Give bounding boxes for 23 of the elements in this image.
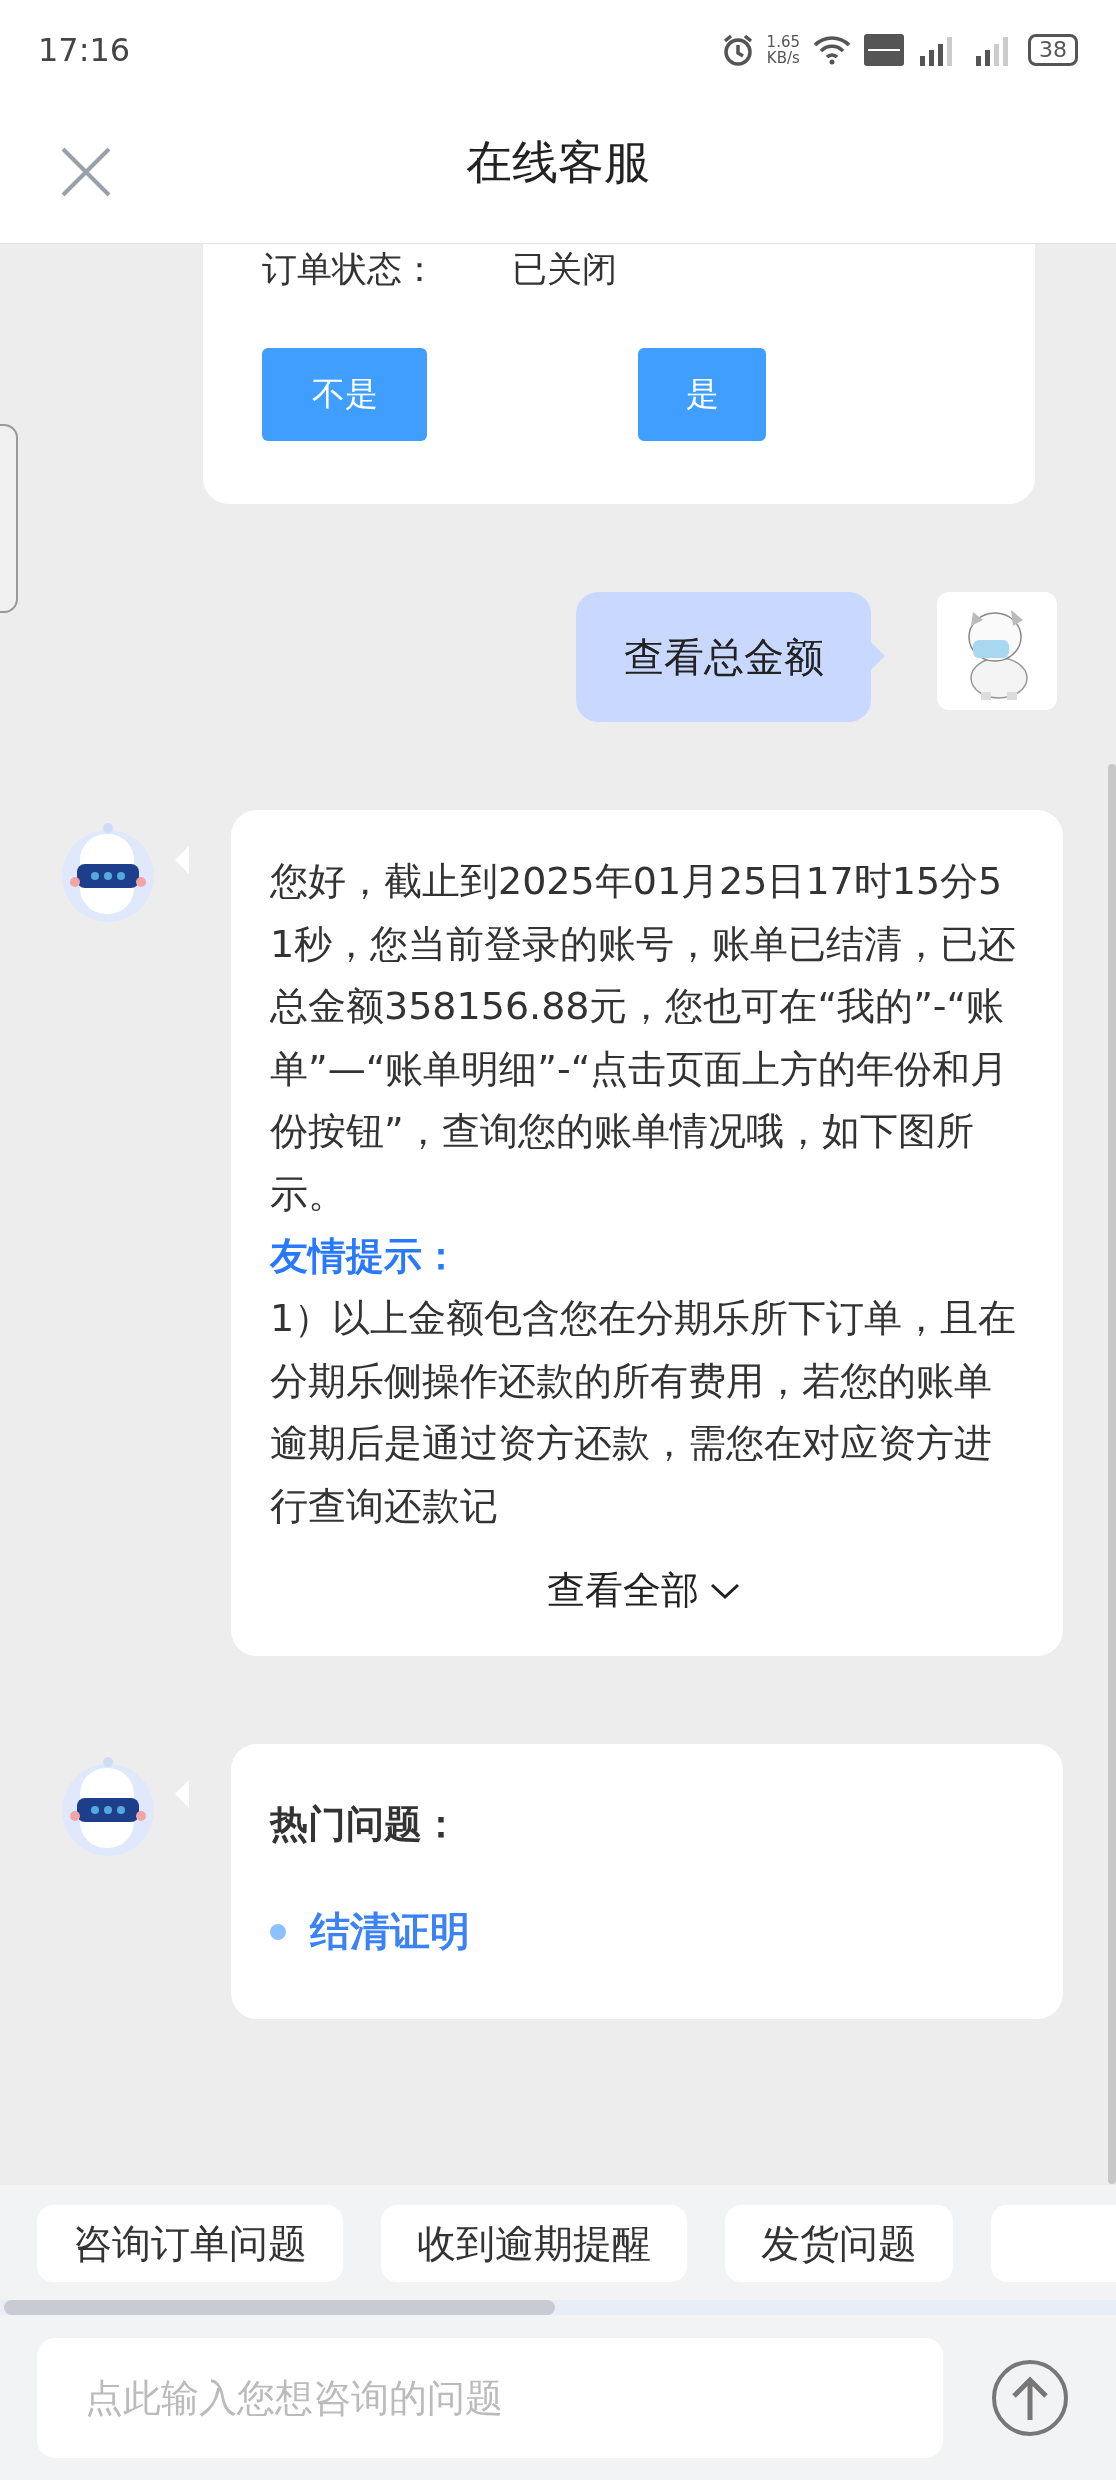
close-icon[interactable] — [60, 146, 112, 198]
net-speed-unit: KB/s — [766, 50, 800, 66]
bubble-tail — [871, 642, 885, 670]
hot-questions-title: 热门问题： — [270, 1801, 461, 1848]
wifi-icon — [812, 35, 852, 65]
status-time: 17:16 — [38, 31, 131, 69]
message-text: 1）以上金额包含您在分期乐所下订单，且在分期乐侧操作还款的所有费用，若您的账单逾期后是通过资方还款，需您在对应资方进行查询还款记 — [270, 1295, 1018, 1530]
message-text: 您好，截止到2025年01月25日17时15分51秒，您当前登录的账号，账单已结清，已还总金额358156.88元，您也可在“我的”-“账单”—“账单明细”-“点击页面上方的年份和月份按钮”，查询您的账单情况哦，如下图所示。 — [270, 858, 1018, 1218]
battery-level: 38 — [1028, 34, 1078, 66]
send-icon[interactable] — [990, 2358, 1070, 2438]
hot-question-link[interactable]: 结清证明 — [310, 1904, 470, 1959]
bullet-icon — [270, 1923, 286, 1940]
net-speed-value: 1.65 — [766, 34, 800, 50]
view-all-link[interactable]: 查看全部 — [547, 1565, 741, 1616]
quick-question-chip[interactable]: 收到逾期提醒 — [381, 2205, 687, 2282]
order-status-value: 已关闭 — [512, 248, 617, 291]
quick-question-chip[interactable]: 发货问题 — [725, 2205, 953, 2282]
page-title: 在线客服 — [466, 133, 650, 191]
tip-heading: 友情提示： — [270, 1233, 461, 1280]
order-status-label: 订单状态： — [262, 248, 438, 291]
user-message: 查看总金额 — [576, 592, 871, 722]
quick-question-chip[interactable]: 咨询订单问题 — [37, 2205, 343, 2282]
question-input[interactable]: 点此输入您想咨询的问题 — [37, 2338, 943, 2458]
